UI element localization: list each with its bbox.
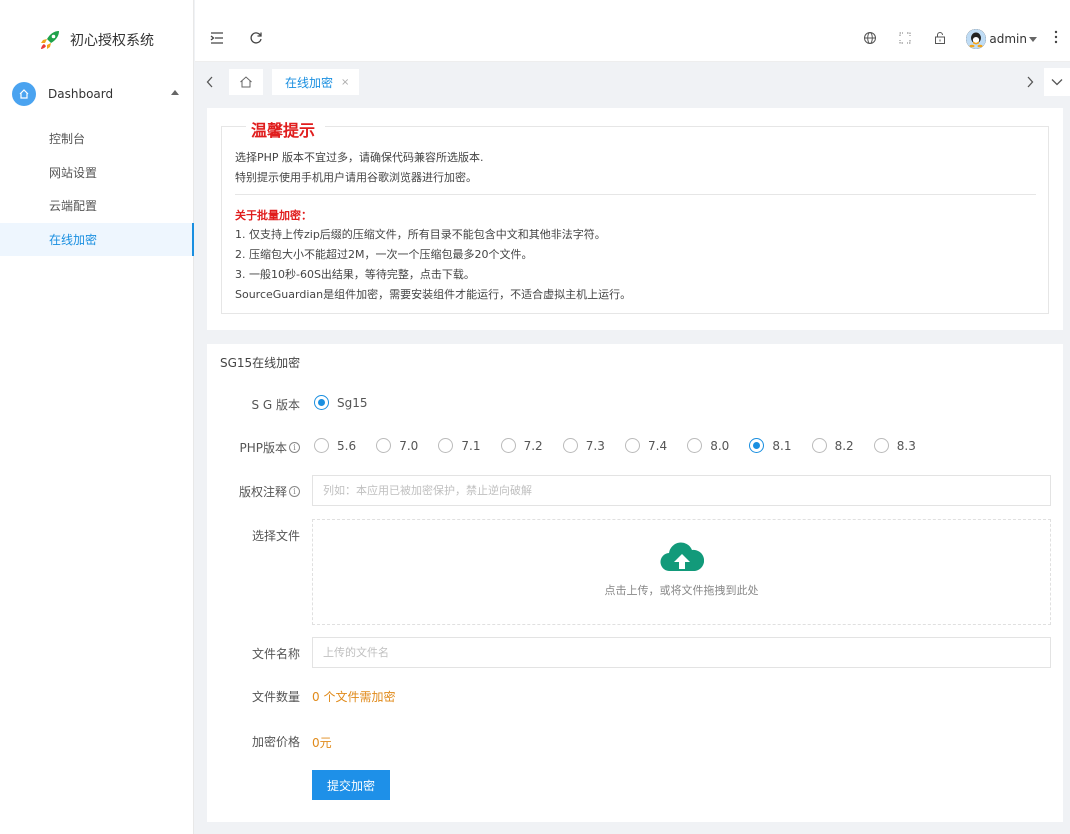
radio-dot xyxy=(438,438,454,453)
radio-label: 5.6 xyxy=(337,438,357,453)
radio-dot xyxy=(687,438,703,453)
globe-icon[interactable] xyxy=(863,31,877,45)
radio-label: 7.0 xyxy=(399,438,419,453)
radio-php-7-1[interactable]: 7.1 xyxy=(438,438,480,453)
batch-line: 3. 一般10秒-60S出结果，等待完整，点击下载。 xyxy=(235,268,475,281)
sidebar-item-cloud-config[interactable]: 云端配置 xyxy=(0,189,193,223)
sidebar-item-online-encrypt[interactable]: 在线加密 xyxy=(0,222,194,256)
radio-label: 7.4 xyxy=(648,438,668,453)
notice-box: 温馨提示 选择PHP 版本不宜过多，请确保代码兼容所选版本. 特别提示使用手机用… xyxy=(221,117,1049,314)
radio-php-8-3[interactable]: 8.3 xyxy=(873,438,916,453)
radio-dot xyxy=(749,438,765,453)
price-label: 加密价格 xyxy=(251,735,300,749)
logo[interactable]: 初心授权系统 xyxy=(0,0,193,80)
radio-dot xyxy=(811,438,827,453)
file-count-value: 0 个文件需加密 xyxy=(312,690,396,704)
file-count-label: 文件数量 xyxy=(251,690,300,704)
radio-php-7-2[interactable]: 7.2 xyxy=(500,438,543,453)
username: admin xyxy=(989,32,1027,46)
upload-hint: 点击上传，或将文件拖拽到此处 xyxy=(604,584,759,597)
sidebar: 初心授权系统 Dashboard 控制台 网站设置 云端配置 在线加密 xyxy=(0,0,194,834)
submit-encrypt-button[interactable]: 提交加密 xyxy=(312,770,390,800)
sidebar-item-console[interactable]: 控制台 xyxy=(0,122,193,156)
lock-icon[interactable] xyxy=(933,31,947,45)
chevron-right-icon[interactable] xyxy=(1026,76,1034,88)
radio-dot xyxy=(500,438,516,453)
radio-label: 7.1 xyxy=(461,438,481,453)
chevron-down-icon xyxy=(1051,79,1063,86)
home-icon xyxy=(240,76,252,88)
refresh-icon[interactable] xyxy=(249,31,263,45)
radio-dot xyxy=(873,438,889,453)
info-icon: i xyxy=(289,486,300,497)
radio-php-8-1[interactable]: 8.1 xyxy=(749,438,791,453)
menu-fold-icon[interactable] xyxy=(210,31,224,45)
batch-line: 2. 压缩包大小不能超过2M，一次一个压缩包最多20个文件。 xyxy=(235,248,533,261)
notice-line: 选择PHP 版本不宜过多，请确保代码兼容所选版本. xyxy=(235,151,484,164)
notice-title: 温馨提示 xyxy=(246,117,326,141)
sidebar-item-site-settings[interactable]: 网站设置 xyxy=(0,156,193,190)
menu-group-dashboard[interactable]: Dashboard xyxy=(0,80,193,108)
tab-label: 在线加密 xyxy=(285,75,334,90)
copyright-input[interactable] xyxy=(312,475,1051,506)
radio-label: 8.0 xyxy=(710,438,730,453)
filename-label: 文件名称 xyxy=(251,647,300,661)
radio-label: Sg15 xyxy=(337,395,368,410)
home-icon xyxy=(12,82,36,106)
tabs-dropdown[interactable] xyxy=(1044,68,1070,96)
batch-line: 1. 仅支持上传zip后缀的压缩文件，所有目录不能包含中文和其他非法字符。 xyxy=(235,228,606,241)
avatar xyxy=(966,29,987,49)
info-icon: i xyxy=(289,442,300,453)
radio-php-8-2[interactable]: 8.2 xyxy=(811,438,854,453)
notice-line: 特别提示使用手机用户请用谷歌浏览器进行加密。 xyxy=(235,171,477,184)
upload-dropzone[interactable]: 点击上传，或将文件拖拽到此处 xyxy=(312,519,1051,625)
divider xyxy=(235,194,1036,195)
batch-title: 关于批量加密： xyxy=(235,209,312,222)
radio-label: 8.2 xyxy=(834,438,854,453)
fullscreen-icon[interactable] xyxy=(898,31,912,45)
radio-php-5-6[interactable]: 5.6 xyxy=(314,438,356,453)
price-value: 0元 xyxy=(312,736,332,750)
radio-dot xyxy=(314,438,329,453)
php-version-label: PHP版本 i xyxy=(240,439,300,456)
rocket-icon xyxy=(41,31,59,49)
chevron-up-icon xyxy=(171,90,179,95)
user-menu[interactable]: admin xyxy=(966,29,1037,49)
close-icon[interactable]: × xyxy=(341,77,349,88)
tab-home[interactable] xyxy=(229,69,263,95)
tab-online-encrypt[interactable]: 在线加密 × xyxy=(272,69,360,95)
form-title: SG15在线加密 xyxy=(220,356,301,370)
radio-label: 8.3 xyxy=(896,438,916,453)
batch-line: SourceGuardian是组件加密，需要安装组件才能运行，不适合虚拟主机上运… xyxy=(235,288,632,301)
radio-dot xyxy=(562,438,578,453)
radio-dot xyxy=(376,438,392,453)
top-header: admin xyxy=(195,0,1070,62)
app-title: 初心授权系统 xyxy=(70,33,154,49)
more-vertical-icon[interactable] xyxy=(1054,30,1058,44)
radio-php-7-4[interactable]: 7.4 xyxy=(625,438,667,453)
radio-dot xyxy=(314,395,329,410)
encrypt-form-card: SG15在线加密 S G 版本 Sg15 PHP版本 i 5.6 7.0 7.1 7.2… xyxy=(207,344,1063,822)
copyright-label: 版权注释 i xyxy=(239,483,300,500)
radio-dot xyxy=(625,438,640,453)
radio-label: 8.1 xyxy=(772,438,792,453)
menu-group-label: Dashboard xyxy=(48,87,114,101)
radio-php-7-3[interactable]: 7.3 xyxy=(562,438,605,453)
caret-down-icon xyxy=(1029,36,1037,42)
radio-label: 7.2 xyxy=(523,438,543,453)
radio-php-8-0[interactable]: 8.0 xyxy=(687,438,729,453)
sg-version-label: S G 版本 xyxy=(251,398,300,412)
radio-sg15[interactable]: Sg15 xyxy=(314,395,368,410)
notice-card: 温馨提示 选择PHP 版本不宜过多，请确保代码兼容所选版本. 特别提示使用手机用… xyxy=(207,108,1063,330)
radio-label: 7.3 xyxy=(585,438,605,453)
chevron-left-icon[interactable] xyxy=(206,76,214,88)
filename-input[interactable] xyxy=(312,637,1051,668)
cloud-upload-icon xyxy=(660,542,704,572)
radio-php-7-0[interactable]: 7.0 xyxy=(376,438,418,453)
file-select-label: 选择文件 xyxy=(251,529,300,543)
tabs-bar: 在线加密 × xyxy=(195,62,1070,102)
